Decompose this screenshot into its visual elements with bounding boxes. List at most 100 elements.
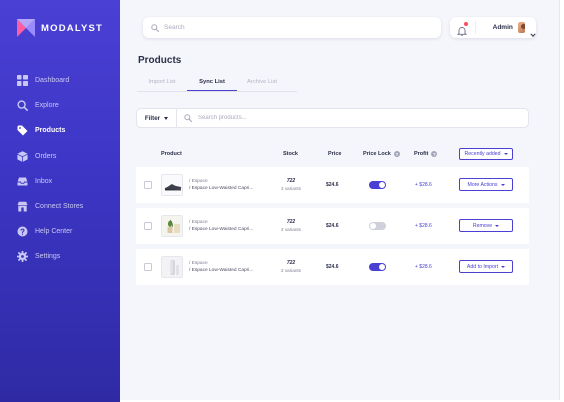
action-label: Add to Import [466, 263, 499, 270]
help-icon[interactable]: ? [393, 151, 400, 157]
column-header-stock: Stock [283, 151, 298, 157]
remove-button[interactable]: Remove [459, 219, 513, 232]
sidebar-item-dashboard[interactable]: Dashboard [0, 68, 120, 93]
search-input[interactable] [164, 24, 414, 31]
price: $24.6 [326, 182, 339, 188]
sidebar-item-label: Inbox [35, 177, 53, 185]
sidebar-item-label: Connect Stores [35, 203, 84, 211]
dashboard-icon [17, 75, 28, 87]
price-lock-toggle[interactable] [369, 222, 386, 230]
tab-import-list[interactable]: Import List [137, 77, 187, 91]
product-thumbnail[interactable] [161, 256, 183, 278]
caret-down-icon [501, 265, 506, 268]
product-brand: / Espace [189, 220, 208, 225]
avatar[interactable] [517, 22, 525, 33]
caret-down-icon [503, 153, 508, 155]
help-icon[interactable]: ? [431, 151, 438, 157]
column-header-label: Profit [414, 151, 429, 157]
sidebar-item-settings[interactable]: Settings [0, 244, 120, 269]
search-icon [184, 109, 193, 127]
gear-icon [17, 251, 28, 263]
bell-icon[interactable] [456, 21, 468, 36]
sidebar-item-products[interactable]: Products [0, 118, 120, 143]
price-lock-toggle[interactable] [369, 263, 386, 271]
row-checkbox[interactable] [144, 263, 152, 271]
user-menu[interactable]: Admin [450, 17, 536, 38]
product-title[interactable]: / Espace Low-Waisted Capri... [189, 186, 253, 191]
tag-icon [17, 125, 28, 136]
brand-name: MODALYST [41, 22, 104, 34]
sort-label: Recently added [464, 151, 501, 157]
sidebar-item-label: Orders [35, 152, 57, 160]
modalyst-logo-icon [17, 19, 35, 37]
search-icon [17, 100, 28, 112]
add-to-import-button[interactable]: Add to Import [459, 260, 513, 273]
variant-count: 2 variants [281, 268, 301, 273]
sidebar-item-label: Settings [35, 253, 61, 261]
stock-cell: 722 2 variants [276, 178, 306, 191]
action-label: Remove [472, 222, 493, 229]
chevron-down-icon[interactable] [530, 25, 536, 37]
price: $24.6 [326, 223, 339, 229]
toggle-knob [379, 182, 385, 188]
table-row: / Espace / Espace Low-Waisted Capri... 7… [136, 208, 529, 244]
sidebar-item-label: Dashboard [35, 77, 70, 85]
tab-sync-list[interactable]: Sync List [187, 77, 237, 91]
row-checkbox[interactable] [144, 181, 152, 189]
column-header-label: Price Lock [363, 151, 391, 157]
box-icon [17, 150, 28, 162]
filter-bar: Filter [136, 108, 529, 128]
sidebar-item-label: Explore [35, 102, 59, 110]
toggle-knob [379, 264, 385, 270]
sidebar-nav: Dashboard Explore Products Orders Inbox [0, 68, 120, 270]
help-icon [17, 226, 28, 237]
sidebar-item-help-center[interactable]: Help Center [0, 219, 120, 244]
sidebar-item-label: Products [35, 127, 66, 135]
action-label: More Actions [467, 181, 498, 188]
table-row: / Espace / Espace Low-Waisted Capri... 7… [136, 167, 529, 203]
variant-count: 2 variants [281, 227, 301, 232]
sidebar-item-orders[interactable]: Orders [0, 144, 120, 169]
global-search[interactable] [143, 17, 441, 38]
sidebar-item-connect-stores[interactable]: Connect Stores [0, 194, 120, 219]
user-name: Admin [492, 24, 513, 31]
sidebar-item-label: Help Center [35, 228, 73, 236]
logo[interactable]: MODALYST [17, 19, 103, 37]
caret-down-icon [500, 183, 505, 186]
filter-label: Filter [144, 114, 161, 122]
table-row: / Espace / Espace Low-Waisted Capri... 7… [136, 249, 529, 285]
row-checkbox[interactable] [144, 222, 152, 230]
product-search-input[interactable] [198, 115, 498, 121]
column-header-price-lock: Price Lock ? [363, 151, 400, 157]
stock-count: 722 [286, 219, 296, 225]
price: $24.6 [326, 264, 339, 270]
sidebar-item-explore[interactable]: Explore [0, 93, 120, 118]
tab-archive-list[interactable]: Archive List [237, 77, 287, 91]
search-icon [151, 19, 160, 37]
stock-cell: 722 2 variants [276, 260, 306, 273]
sidebar-item-inbox[interactable]: Inbox [0, 169, 120, 194]
table-header: Product Stock Price Price Lock ? Profit … [136, 146, 529, 164]
product-title[interactable]: / Espace Low-Waisted Capri... [189, 227, 253, 232]
product-tabs: Import List Sync List Archive List [137, 77, 297, 92]
price-lock-toggle[interactable] [369, 181, 386, 189]
product-brand: / Espace [189, 179, 208, 184]
stock-count: 722 [286, 178, 296, 184]
profit: + $28.6 [415, 182, 432, 188]
column-header-profit: Profit ? [414, 151, 438, 157]
caret-down-icon [164, 116, 169, 120]
column-header-price: Price [328, 151, 342, 157]
page-title: Products [138, 55, 182, 66]
toggle-knob [370, 223, 376, 229]
notification-dot [464, 21, 468, 26]
filter-dropdown[interactable]: Filter [137, 109, 177, 127]
more-actions-button[interactable]: More Actions [459, 178, 513, 191]
sort-dropdown[interactable]: Recently added [459, 148, 513, 160]
profit: + $28.6 [415, 264, 432, 270]
product-brand: / Espace [189, 261, 208, 266]
product-title[interactable]: / Espace Low-Waisted Capri... [189, 268, 253, 273]
product-thumbnail[interactable] [161, 174, 183, 196]
product-thumbnail[interactable] [161, 215, 183, 237]
divider [475, 21, 476, 34]
variant-count: 2 variants [281, 186, 301, 191]
